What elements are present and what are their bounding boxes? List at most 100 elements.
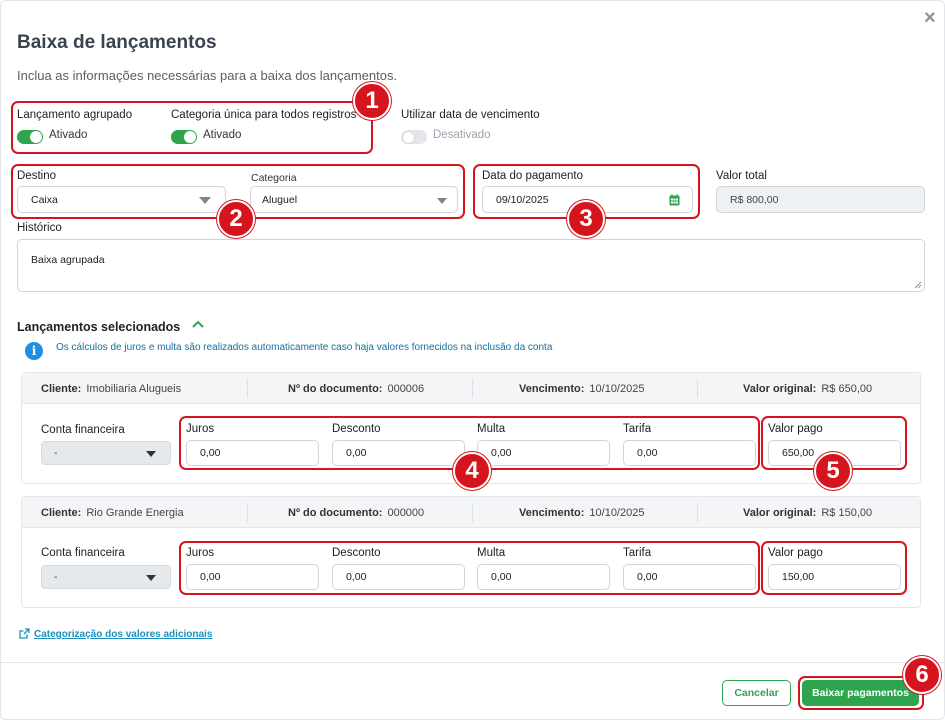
juros-value: 0,00 [200, 571, 221, 583]
vencimento-value: 10/10/2025 [589, 382, 645, 395]
annotation-badge-4: 4 [453, 452, 491, 490]
multa-label: Multa [477, 547, 506, 559]
desconto-input[interactable]: 0,00 [332, 564, 465, 590]
annotation-badge-2: 2 [217, 200, 255, 238]
toggle-state-vencimento: Desativado [433, 129, 491, 141]
toggle-state-categoria-unica: Ativado [203, 129, 242, 141]
juros-value: 0,00 [200, 447, 221, 459]
info-icon: i [25, 342, 43, 360]
valor-pago-label: Valor pago [768, 547, 823, 559]
desconto-value: 0,00 [346, 571, 367, 583]
chevron-up-icon[interactable] [192, 318, 204, 330]
valor-total-field: R$ 800,00 [716, 186, 925, 213]
conta-financeira-select[interactable]: - [41, 441, 171, 465]
resize-handle-icon[interactable] [914, 281, 922, 289]
lancamento-card-header: Cliente: Imobiliaria Alugueis Nº do docum… [22, 373, 920, 404]
info-text: Os cálculos de juros e multa são realiza… [56, 342, 553, 353]
data-pagamento-label: Data do pagamento [482, 170, 584, 182]
conta-financeira-label: Conta financeira [41, 424, 125, 436]
vencimento-value: 10/10/2025 [589, 506, 645, 519]
tarifa-input[interactable]: 0,00 [623, 564, 756, 590]
annotation-badge-1: 1 [353, 82, 391, 120]
juros-label: Juros [186, 423, 215, 435]
categoria-value: Aluguel [262, 193, 298, 206]
chevron-down-icon [146, 575, 156, 581]
categoria-select[interactable]: Aluguel [250, 186, 458, 213]
historico-textarea[interactable]: Baixa agrupada [17, 239, 925, 292]
valor-original-label: Valor original: [743, 506, 817, 519]
destino-value: Caixa [31, 193, 58, 206]
close-icon[interactable]: × [924, 8, 936, 28]
vencimento-label: Vencimento: [519, 506, 585, 519]
documento-value: 000000 [387, 506, 425, 519]
footer-divider [1, 662, 944, 663]
lancamento-card-header: Cliente: Rio Grande Energia Nº do documen… [22, 497, 920, 528]
tarifa-value: 0,00 [637, 447, 658, 459]
selecionados-title: Lançamentos selecionados [17, 320, 181, 334]
valor-original-value: R$ 650,00 [821, 382, 873, 395]
cliente-label: Cliente: [41, 506, 82, 519]
cliente-value: Rio Grande Energia [86, 506, 184, 519]
valor-original-label: Valor original: [743, 382, 817, 395]
cliente-value: Imobiliaria Alugueis [86, 382, 182, 395]
tarifa-value: 0,00 [637, 571, 658, 583]
multa-input[interactable]: 0,00 [477, 440, 610, 466]
toggle-agrupado[interactable] [17, 130, 43, 144]
destino-select[interactable]: Caixa [17, 186, 226, 213]
cliente-label: Cliente: [41, 382, 82, 395]
historico-label: Histórico [17, 222, 62, 234]
conta-financeira-label: Conta financeira [41, 547, 125, 559]
conta-financeira-value: - [54, 571, 58, 583]
modal-subtitle: Inclua as informações necessárias para a… [17, 68, 398, 83]
tarifa-label: Tarifa [623, 423, 652, 435]
toggle-vencimento[interactable] [401, 130, 427, 144]
valor-pago-value: 650,00 [782, 447, 815, 459]
categoria-label: Categoria [251, 172, 297, 184]
desconto-input[interactable]: 0,00 [332, 440, 465, 466]
valor-pago-value: 150,00 [782, 571, 815, 583]
data-pagamento-value: 09/10/2025 [496, 193, 549, 206]
external-link-icon[interactable] [19, 628, 30, 639]
documento-value: 000006 [387, 382, 425, 395]
multa-label: Multa [477, 423, 506, 435]
valor-total-value: R$ 800,00 [730, 193, 779, 206]
documento-label: Nº do documento: [288, 382, 383, 395]
annotation-badge-3: 3 [567, 200, 605, 238]
juros-label: Juros [186, 547, 215, 559]
conta-financeira-value: - [54, 447, 58, 459]
chevron-down-icon [199, 197, 211, 204]
toggle-label-categoria-unica: Categoria única para todos registros [171, 109, 357, 121]
valor-pago-input[interactable]: 150,00 [768, 564, 901, 590]
multa-value: 0,00 [491, 447, 512, 459]
desconto-label: Desconto [332, 423, 381, 435]
desconto-value: 0,00 [346, 447, 367, 459]
valor-original-value: R$ 150,00 [821, 506, 873, 519]
chevron-down-icon [437, 198, 447, 204]
multa-value: 0,00 [491, 571, 512, 583]
chevron-down-icon [146, 451, 156, 457]
conta-financeira-select[interactable]: - [41, 565, 171, 589]
juros-input[interactable]: 0,00 [186, 440, 319, 466]
destino-label: Destino [17, 170, 56, 182]
modal-title: Baixa de lançamentos [17, 32, 217, 53]
tarifa-input[interactable]: 0,00 [623, 440, 756, 466]
baixar-pagamentos-button[interactable]: Baixar pagamentos [802, 680, 919, 706]
toggle-label-vencimento: Utilizar data de vencimento [401, 109, 540, 121]
valor-total-label: Valor total [716, 170, 767, 182]
multa-input[interactable]: 0,00 [477, 564, 610, 590]
annotation-badge-5: 5 [814, 452, 852, 490]
documento-label: Nº do documento: [288, 506, 383, 519]
historico-value: Baixa agrupada [31, 254, 105, 266]
cancel-button[interactable]: Cancelar [722, 680, 791, 706]
vencimento-label: Vencimento: [519, 382, 585, 395]
toggle-categoria-unica[interactable] [171, 130, 197, 144]
calendar-icon[interactable] [669, 194, 680, 206]
annotation-badge-6: 6 [903, 656, 941, 694]
toggle-state-agrupado: Ativado [49, 129, 88, 141]
desconto-label: Desconto [332, 547, 381, 559]
toggle-label-agrupado: Lançamento agrupado [17, 109, 133, 121]
valor-pago-label: Valor pago [768, 423, 823, 435]
juros-input[interactable]: 0,00 [186, 564, 319, 590]
categorizacao-link[interactable]: Categorização dos valores adicionais [34, 629, 212, 640]
tarifa-label: Tarifa [623, 547, 652, 559]
